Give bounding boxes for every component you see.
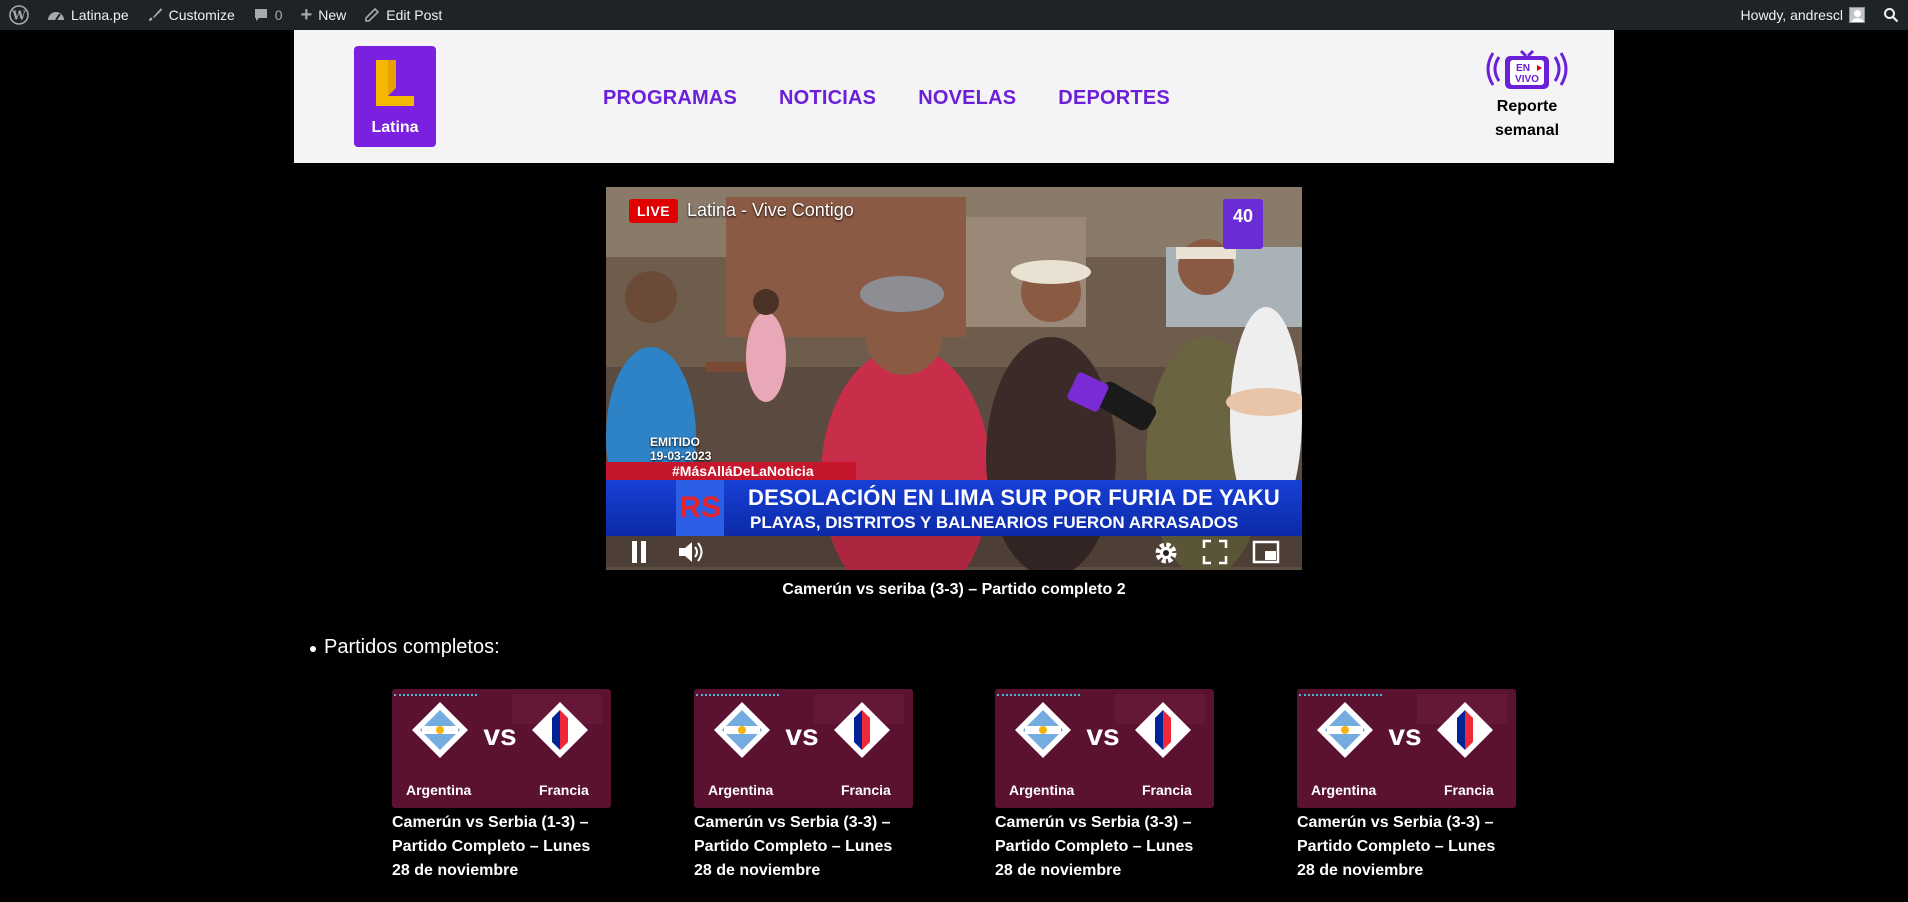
brush-icon [148, 8, 162, 21]
vs-label: vs [1388, 719, 1421, 752]
nav-deportes[interactable]: DEPORTES [1058, 87, 1170, 110]
emitido-text: EMITIDO [650, 435, 700, 449]
new-content-link[interactable]: + New [292, 0, 356, 30]
site-name-label: Latina.pe [71, 7, 129, 23]
team-right-label: Francia [1444, 782, 1494, 798]
video-player[interactable]: LIVE Latina - Vive Contigo 40 EMITIDO 19… [606, 187, 1302, 570]
site-header: Latina PROGRAMAS NOTICIAS NOVELAS DEPORT… [294, 30, 1614, 163]
wordpress-icon: W [9, 5, 29, 25]
plus-icon: + [300, 4, 313, 26]
team-right-label: Francia [841, 782, 891, 798]
main-nav: PROGRAMAS NOTICIAS NOVELAS DEPORTES [603, 87, 1170, 110]
team-left-label: Argentina [1009, 782, 1075, 798]
logo-text: Latina [371, 119, 419, 136]
hashtag-bar: #MásAlláDeLaNoticia [606, 462, 856, 480]
match-card-title[interactable]: Camerún vs Serbia (3-3) – Partido Comple… [995, 811, 1214, 883]
dashboard-icon [48, 12, 64, 21]
team-right-label: Francia [1142, 782, 1192, 798]
comments-link[interactable]: 0 [244, 0, 292, 30]
match-thumbnail[interactable]: vs Argentina Francia [995, 689, 1214, 808]
emitido-date: 19-03-2023 [650, 449, 712, 463]
edit-post-link[interactable]: Edit Post [355, 0, 451, 30]
site-name-link[interactable]: Latina.pe [38, 0, 138, 30]
match-card[interactable]: vs Argentina Francia Camerún vs Serbia (… [694, 689, 913, 883]
video-caption: Camerún vs seriba (3-3) – Partido comple… [782, 581, 1126, 598]
team-left-label: Argentina [406, 782, 472, 798]
vs-label: vs [1086, 719, 1119, 752]
match-card-title[interactable]: Camerún vs Serbia (3-3) – Partido Comple… [694, 811, 913, 883]
player-controls [606, 536, 1302, 570]
match-thumbnail[interactable]: vs Argentina Francia [1297, 689, 1516, 808]
live-badge: LIVE [629, 199, 679, 223]
emitido-label: EMITIDO 19-03-2023 [650, 435, 711, 463]
envivo-badge-line-1: EN [1516, 63, 1530, 74]
partidos-section-title: Partidos completos: [310, 636, 500, 658]
pause-icon[interactable] [629, 539, 649, 565]
avatar [1849, 7, 1865, 23]
match-card[interactable]: vs Argentina Francia Camerún vs Serbia (… [1297, 689, 1516, 883]
latina-logo[interactable]: Latina [354, 46, 436, 147]
comments-count: 0 [274, 7, 283, 23]
stream-title: Latina - Vive Contigo [687, 200, 854, 220]
search-icon [1884, 8, 1899, 23]
svg-text:W: W [11, 9, 26, 23]
match-card[interactable]: vs Argentina Francia Camerún vs Serbia (… [392, 689, 611, 883]
team-left-label: Argentina [708, 782, 774, 798]
envivo-badge-line-2: VIVO [1515, 74, 1539, 85]
team-left-label: Argentina [1311, 782, 1377, 798]
vs-label: vs [483, 719, 516, 752]
volume-icon[interactable] [677, 539, 705, 565]
en-vivo-link[interactable]: EN VIVO Reporte semanal [1484, 45, 1570, 143]
pencil-icon [365, 7, 380, 22]
search-button[interactable] [1874, 0, 1908, 30]
match-thumbnail[interactable]: vs Argentina Francia [392, 689, 611, 808]
team-right-label: Francia [539, 782, 589, 798]
news-lower-third: RS DESOLACIÓN EN LIMA SUR POR FURIA DE Y… [606, 480, 1302, 536]
match-card[interactable]: vs Argentina Francia Camerún vs Serbia (… [995, 689, 1214, 883]
channel-badge: 40 [1223, 199, 1263, 249]
new-label: New [318, 7, 347, 23]
customize-link[interactable]: Customize [138, 0, 244, 30]
settings-gear-icon[interactable] [1152, 539, 1180, 567]
customize-label: Customize [168, 7, 235, 23]
tv-en-vivo-icon: EN VIVO [1486, 49, 1568, 89]
nav-programas[interactable]: PROGRAMAS [603, 87, 737, 110]
latina-l-icon [376, 60, 414, 106]
match-card-title[interactable]: Camerún vs Serbia (1-3) – Partido Comple… [392, 811, 611, 883]
hashtag-text: #MásAlláDeLaNoticia [672, 463, 814, 479]
headline-secondary: PLAYAS, DISTRITOS Y BALNEARIOS FUERON AR… [750, 513, 1239, 532]
comment-icon [254, 9, 267, 21]
reporte-semanal-label: Reporte semanal [1494, 98, 1560, 139]
nav-noticias[interactable]: NOTICIAS [779, 87, 876, 110]
fullscreen-icon[interactable] [1202, 539, 1228, 565]
headline-primary: DESOLACIÓN EN LIMA SUR POR FURIA DE YAKU [748, 485, 1280, 510]
my-account-link[interactable]: Howdy, andrescl [1732, 0, 1874, 30]
nav-novelas[interactable]: NOVELAS [918, 87, 1016, 110]
admin-bar: W Latina.pe Customize 0 + New Edit Post … [0, 0, 1908, 30]
wordpress-logo-button[interactable]: W [0, 0, 38, 30]
picture-in-picture-icon[interactable] [1252, 539, 1280, 565]
greeting-label: Howdy, andrescl [1740, 7, 1843, 23]
match-thumbnail[interactable]: vs Argentina Francia [694, 689, 913, 808]
vs-label: vs [785, 719, 818, 752]
edit-post-label: Edit Post [386, 7, 443, 23]
match-card-title[interactable]: Camerún vs Serbia (3-3) – Partido Comple… [1297, 811, 1516, 883]
rs-logo: RS [676, 480, 724, 536]
